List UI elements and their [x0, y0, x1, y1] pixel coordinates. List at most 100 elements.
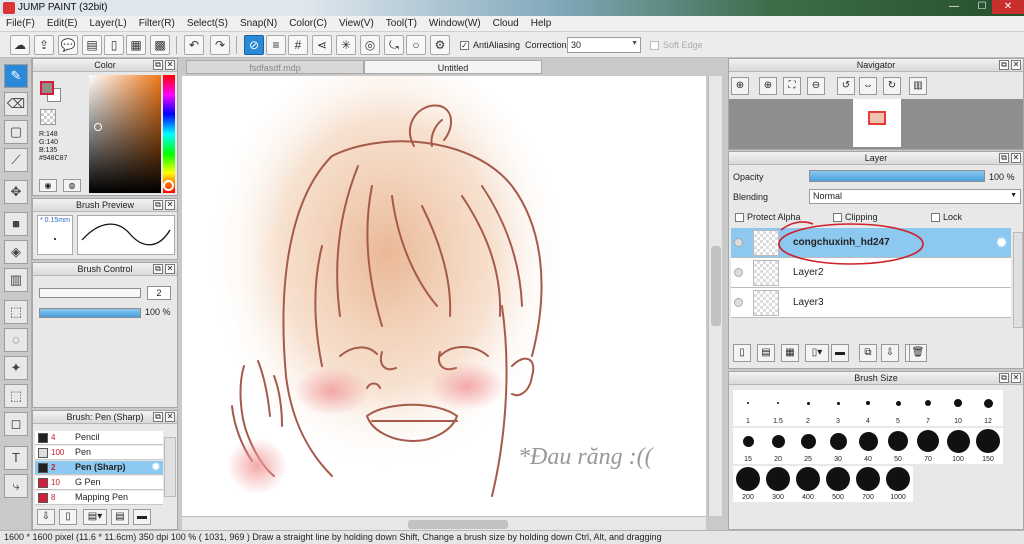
menu-snap[interactable]: Snap(N): [234, 16, 283, 31]
menu-tool[interactable]: Tool(T): [380, 16, 423, 31]
brush-cloud-icon[interactable]: ⇩: [37, 509, 55, 525]
brush-size-option[interactable]: 300: [763, 466, 793, 502]
upload-icon[interactable]: ⇪: [34, 35, 54, 55]
gear-icon[interactable]: ✹: [152, 461, 160, 474]
canvas-horizontal-scrollbar[interactable]: [182, 516, 706, 530]
grid-snap-icon[interactable]: #: [288, 35, 308, 55]
parallel-lines-icon[interactable]: ≡: [266, 35, 286, 55]
new-halftone-layer-icon[interactable]: ▦: [781, 344, 799, 362]
hue-slider-handle[interactable]: [163, 180, 174, 191]
brush-size-option[interactable]: 2: [793, 390, 823, 426]
brush-size-option[interactable]: 3: [823, 390, 853, 426]
brush-size-option[interactable]: 4: [853, 390, 883, 426]
brush-size-slider[interactable]: [39, 288, 141, 298]
eyedropper-tool-icon[interactable]: ⤷: [4, 474, 28, 498]
hue-slider[interactable]: [163, 75, 175, 193]
rotate-left-icon[interactable]: ↺: [837, 77, 855, 95]
menu-select[interactable]: Select(S): [181, 16, 234, 31]
visibility-icon[interactable]: [734, 268, 743, 277]
magic-wand-icon[interactable]: ✦: [4, 356, 28, 380]
delete-layer-icon[interactable]: 🗑: [909, 344, 927, 362]
correction-select[interactable]: 30 ▼: [567, 37, 641, 53]
close-icon[interactable]: ✕: [165, 200, 175, 210]
protect-alpha-checkbox[interactable]: [735, 213, 744, 223]
brush-size-option[interactable]: 50: [883, 428, 913, 464]
brush-size-input[interactable]: 2: [147, 286, 171, 300]
menu-filter[interactable]: Filter(R): [133, 16, 181, 31]
brush-tool-icon[interactable]: ⟋: [4, 148, 28, 172]
new-raster-layer-icon[interactable]: ▤: [757, 344, 775, 362]
color-picker-cursor[interactable]: [94, 123, 102, 131]
brush-size-option[interactable]: 7: [913, 390, 943, 426]
zoom-out-icon[interactable]: ⊖: [807, 77, 825, 95]
document-icon[interactable]: ▦: [126, 35, 146, 55]
radial-icon[interactable]: ✳: [336, 35, 356, 55]
close-icon[interactable]: ✕: [165, 412, 175, 422]
brush-size-option[interactable]: 200: [733, 466, 763, 502]
brush-size-option[interactable]: 700: [853, 466, 883, 502]
brush-settings-icon[interactable]: ▤: [111, 509, 129, 525]
merge-layer-icon[interactable]: ⇩: [881, 344, 899, 362]
pen-tool-icon[interactable]: ✎: [4, 64, 28, 88]
antialiasing-checkbox[interactable]: ✓: [460, 41, 469, 50]
brush-size-option[interactable]: 1: [733, 390, 763, 426]
navigator-thumbnail[interactable]: [853, 99, 901, 147]
tab-untitled[interactable]: Untitled: [364, 60, 542, 74]
brush-size-option[interactable]: 100: [943, 428, 973, 464]
undock-icon[interactable]: ⧉: [999, 60, 1009, 70]
brush-size-option[interactable]: 400: [793, 466, 823, 502]
brush-item-pen-sharp[interactable]: 2 Pen (Sharp) ✹: [35, 461, 163, 475]
perspective-icon[interactable]: ⋖: [312, 35, 332, 55]
undock-icon[interactable]: ⧉: [999, 373, 1009, 383]
new-folder-icon[interactable]: ▬: [831, 344, 849, 362]
circle-icon[interactable]: ○: [406, 35, 426, 55]
page-icon[interactable]: ▯: [104, 35, 124, 55]
tab-fsdfasdf[interactable]: fsdfasdf.mdp: [186, 60, 364, 74]
close-icon[interactable]: ✕: [1011, 60, 1021, 70]
comment-icon[interactable]: 💬: [58, 35, 78, 55]
select-pen-icon[interactable]: ⬚: [4, 384, 28, 408]
brush-size-option[interactable]: 1.5: [763, 390, 793, 426]
menu-window[interactable]: Window(W): [423, 16, 487, 31]
eraser-tool-icon[interactable]: ⌫: [4, 92, 28, 116]
menu-cloud[interactable]: Cloud: [487, 16, 525, 31]
minimize-button[interactable]: —: [940, 0, 968, 14]
duplicate-layer-icon[interactable]: ⧉: [859, 344, 877, 362]
close-icon[interactable]: ✕: [165, 60, 175, 70]
concentric-icon[interactable]: ◎: [360, 35, 380, 55]
color-palette-icon[interactable]: ◉: [39, 179, 57, 192]
gear-icon[interactable]: ✹: [996, 235, 1007, 251]
canvas-vertical-scrollbar[interactable]: [708, 76, 722, 516]
message-icon[interactable]: ▤: [82, 35, 102, 55]
soft-edge-checkbox[interactable]: [650, 41, 659, 50]
brush-size-option[interactable]: 40: [853, 428, 883, 464]
color-set-icon[interactable]: ◍: [63, 179, 81, 192]
undock-icon[interactable]: ⧉: [999, 153, 1009, 163]
close-button[interactable]: ✕: [992, 0, 1024, 14]
menu-layer[interactable]: Layer(L): [83, 16, 132, 31]
undock-icon[interactable]: ⧉: [153, 200, 163, 210]
close-icon[interactable]: ✕: [1011, 153, 1021, 163]
brush-size-option[interactable]: 15: [733, 428, 763, 464]
select-tool-icon[interactable]: ⬚: [4, 300, 28, 324]
select-eraser-icon[interactable]: ◻: [4, 412, 28, 436]
fit-view-icon[interactable]: ⛶: [783, 77, 801, 95]
close-icon[interactable]: ✕: [165, 264, 175, 274]
zoom-actual-icon[interactable]: ⊕: [731, 77, 749, 95]
navigator-options-icon[interactable]: ▥: [909, 77, 927, 95]
foreground-color-swatch[interactable]: [40, 81, 54, 95]
brush-size-option[interactable]: 1000: [883, 466, 913, 502]
brush-size-option[interactable]: 150: [973, 428, 1003, 464]
brush-item-g-pen[interactable]: 10 G Pen: [35, 476, 163, 490]
rotate-right-icon[interactable]: ↻: [883, 77, 901, 95]
brush-size-option[interactable]: 20: [763, 428, 793, 464]
menu-edit[interactable]: Edit(E): [41, 16, 84, 31]
settings-icon[interactable]: ⚙: [430, 35, 450, 55]
new-layer-icon[interactable]: ▯: [733, 344, 751, 362]
layer-add-menu-icon[interactable]: ▯▾: [805, 344, 829, 362]
saturation-value-picker[interactable]: [89, 75, 161, 193]
layer-list-scrollbar[interactable]: [1013, 232, 1023, 328]
snap-off-icon[interactable]: ⊘: [244, 35, 264, 55]
grid-icon[interactable]: ▩: [150, 35, 170, 55]
brush-size-option[interactable]: 10: [943, 390, 973, 426]
